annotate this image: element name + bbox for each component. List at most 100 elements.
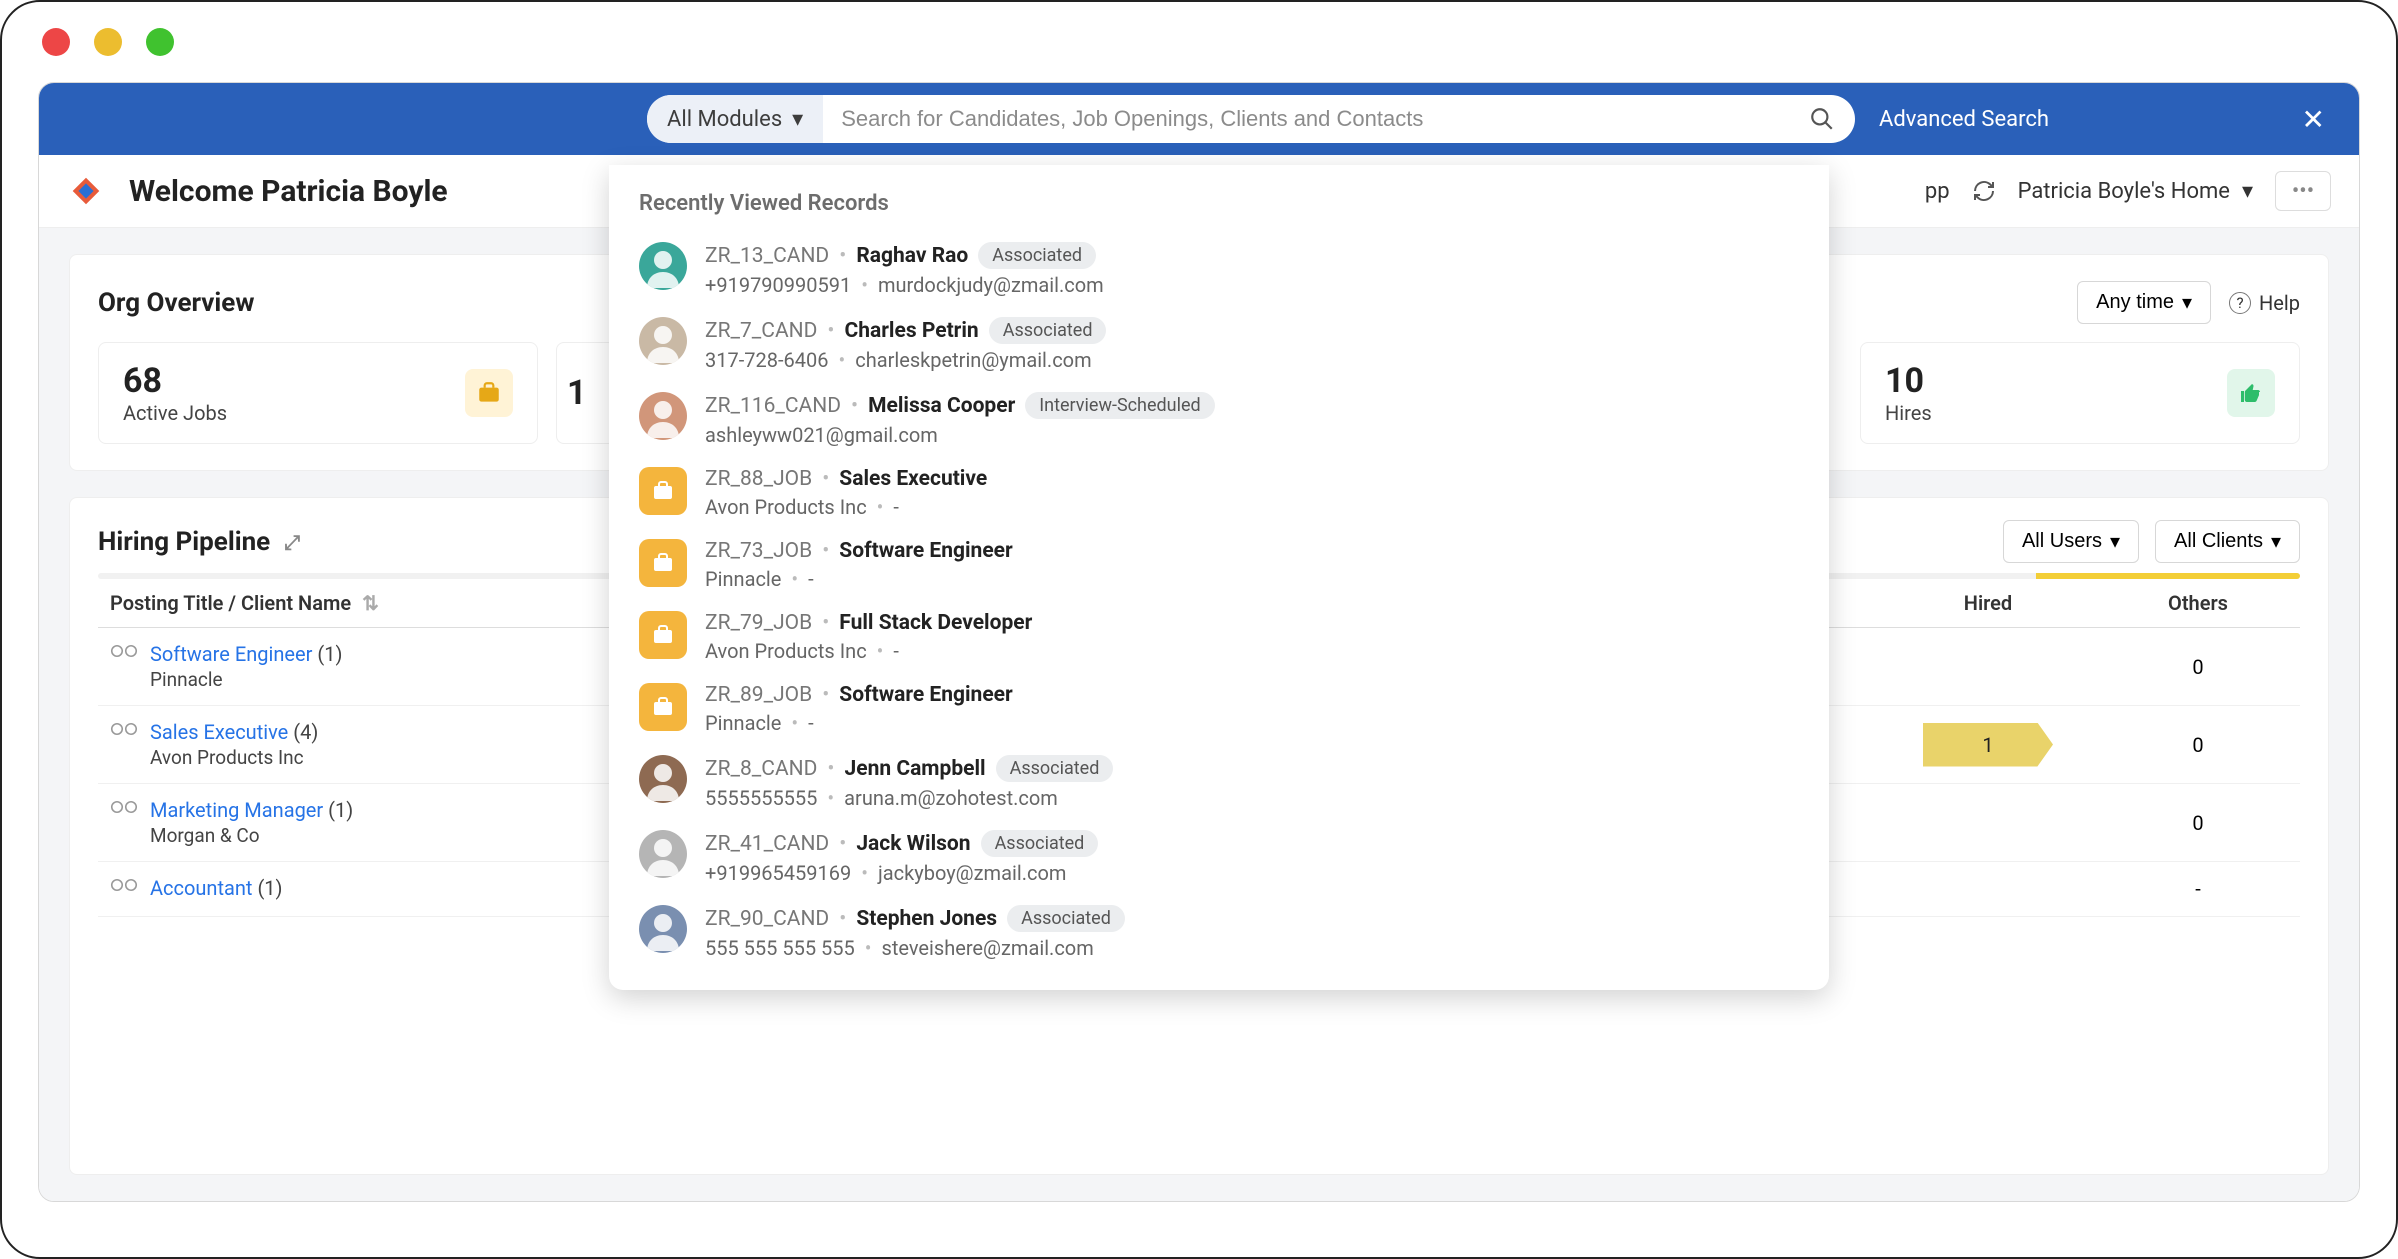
recent-record[interactable]: ZR_41_CAND • Jack Wilson Associated +919…	[639, 820, 1799, 895]
app-label-suffix: pp	[1925, 179, 1950, 204]
app-logo	[67, 172, 105, 210]
record-phone: Pinnacle	[705, 567, 781, 591]
search-button[interactable]	[1789, 106, 1855, 132]
job-count: (1)	[328, 798, 353, 822]
any-time-filter[interactable]: Any time ▾	[2077, 281, 2211, 324]
home-selector-label: Patricia Boyle's Home	[2018, 179, 2230, 204]
stat-middle[interactable]: 1	[556, 342, 616, 444]
record-name: Sales Executive	[839, 467, 987, 491]
mac-titlebar	[2, 2, 2396, 82]
recent-record[interactable]: ZR_116_CAND • Melissa Cooper Interview-S…	[639, 382, 1799, 457]
briefcase-icon	[465, 369, 513, 417]
job-count: (4)	[293, 720, 318, 744]
recent-record[interactable]: ZR_8_CAND • Jenn Campbell Associated 555…	[639, 745, 1799, 820]
stat-label: Hires	[1885, 401, 1932, 425]
recent-record[interactable]: ZR_73_JOB • Software Engineer Pinnacle•-	[639, 529, 1799, 601]
record-phone: Avon Products Inc	[705, 495, 867, 519]
dropdown-title: Recently Viewed Records	[639, 191, 1799, 216]
link-icon	[110, 876, 138, 902]
job-title-link[interactable]: Software Engineer	[150, 642, 312, 666]
record-email: charleskpetrin@ymail.com	[855, 348, 1091, 372]
record-phone: 317-728-6406	[705, 348, 828, 372]
refresh-icon[interactable]	[1972, 179, 1996, 203]
status-badge: Associated	[978, 242, 1096, 269]
chevron-down-icon: ▾	[2182, 290, 2192, 315]
record-id: ZR_88_JOB	[705, 467, 812, 491]
recently-viewed-dropdown: Recently Viewed Records ZR_13_CAND • Rag…	[609, 165, 1829, 990]
job-count: (1)	[257, 876, 282, 900]
record-email: -	[893, 495, 899, 519]
window-minimize-dot[interactable]	[94, 28, 122, 56]
record-name: Stephen Jones	[856, 907, 997, 931]
job-count: (1)	[317, 642, 342, 666]
status-badge: Associated	[989, 317, 1107, 344]
stat-label: Active Jobs	[123, 401, 227, 425]
more-button[interactable]: •••	[2275, 171, 2331, 211]
chevron-down-icon: ▾	[2242, 179, 2253, 204]
filter-all-users[interactable]: All Users ▾	[2003, 520, 2139, 563]
status-badge: Interview-Scheduled	[1025, 392, 1214, 419]
record-name: Jenn Campbell	[845, 757, 986, 781]
briefcase-icon	[639, 539, 687, 587]
org-overview-title: Org Overview	[98, 288, 254, 318]
chevron-down-icon: ▾	[792, 107, 803, 132]
help-link[interactable]: ? Help	[2229, 291, 2300, 315]
col-others: Others	[2108, 591, 2288, 615]
link-icon	[110, 720, 138, 769]
job-title-link[interactable]: Marketing Manager	[150, 798, 323, 822]
recent-record[interactable]: ZR_13_CAND • Raghav Rao Associated +9197…	[639, 232, 1799, 307]
recent-record[interactable]: ZR_88_JOB • Sales Executive Avon Product…	[639, 457, 1799, 529]
advanced-search-link[interactable]: Advanced Search	[1879, 107, 2049, 132]
home-selector[interactable]: Patricia Boyle's Home ▾	[2018, 179, 2253, 204]
record-email: ashleyww021@gmail.com	[705, 423, 938, 447]
record-id: ZR_116_CAND	[705, 394, 841, 418]
record-phone: +919790990591	[705, 273, 851, 297]
module-selector[interactable]: All Modules ▾	[647, 95, 823, 143]
record-id: ZR_73_JOB	[705, 539, 812, 563]
record-name: Charles Petrin	[845, 319, 979, 343]
record-name: Software Engineer	[839, 683, 1012, 707]
recent-record[interactable]: ZR_7_CAND • Charles Petrin Associated 31…	[639, 307, 1799, 382]
stat-hires[interactable]: 10 Hires	[1860, 342, 2300, 444]
record-id: ZR_41_CAND	[705, 832, 829, 856]
record-email: -	[893, 639, 899, 663]
job-client: Morgan & Co	[150, 824, 353, 847]
others-value: -	[2108, 877, 2288, 901]
stat-active-jobs[interactable]: 68 Active Jobs	[98, 342, 538, 444]
record-name: Melissa Cooper	[868, 394, 1015, 418]
hiring-pipeline-title: Hiring Pipeline ⤢	[98, 527, 300, 557]
expand-icon[interactable]: ⤢	[284, 530, 300, 554]
avatar	[639, 830, 687, 878]
filter-all-clients[interactable]: All Clients ▾	[2155, 520, 2300, 563]
record-id: ZR_7_CAND	[705, 319, 817, 343]
avatar	[639, 905, 687, 953]
header-right: pp Patricia Boyle's Home ▾ •••	[1925, 171, 2331, 211]
record-email: -	[808, 567, 814, 591]
record-phone: Avon Products Inc	[705, 639, 867, 663]
help-icon: ?	[2229, 292, 2251, 314]
job-title-link[interactable]: Sales Executive	[150, 720, 288, 744]
record-email: murdockjudy@zmail.com	[878, 273, 1104, 297]
recent-record[interactable]: ZR_90_CAND • Stephen Jones Associated 55…	[639, 895, 1799, 970]
job-title-link[interactable]: Accountant	[150, 876, 252, 900]
record-email: aruna.m@zohotest.com	[844, 786, 1058, 810]
record-email: steveishere@zmail.com	[882, 936, 1094, 960]
record-id: ZR_13_CAND	[705, 244, 829, 268]
search-input[interactable]	[823, 106, 1789, 132]
others-value: 0	[2108, 733, 2288, 757]
status-badge: Associated	[1007, 905, 1125, 932]
avatar	[639, 392, 687, 440]
search-icon	[1809, 106, 1835, 132]
thumbs-up-icon	[2227, 369, 2275, 417]
recent-record[interactable]: ZR_79_JOB • Full Stack Developer Avon Pr…	[639, 601, 1799, 673]
hired-chip: 1	[1923, 723, 2053, 767]
close-icon[interactable]: ✕	[2292, 103, 2335, 136]
recent-record[interactable]: ZR_89_JOB • Software Engineer Pinnacle•-	[639, 673, 1799, 745]
record-id: ZR_89_JOB	[705, 683, 812, 707]
window-maximize-dot[interactable]	[146, 28, 174, 56]
briefcase-icon	[639, 611, 687, 659]
sort-icon: ⇅	[362, 591, 379, 615]
record-phone: 555 555 555 555	[705, 936, 855, 960]
stat-value: 1	[567, 373, 587, 413]
window-close-dot[interactable]	[42, 28, 70, 56]
